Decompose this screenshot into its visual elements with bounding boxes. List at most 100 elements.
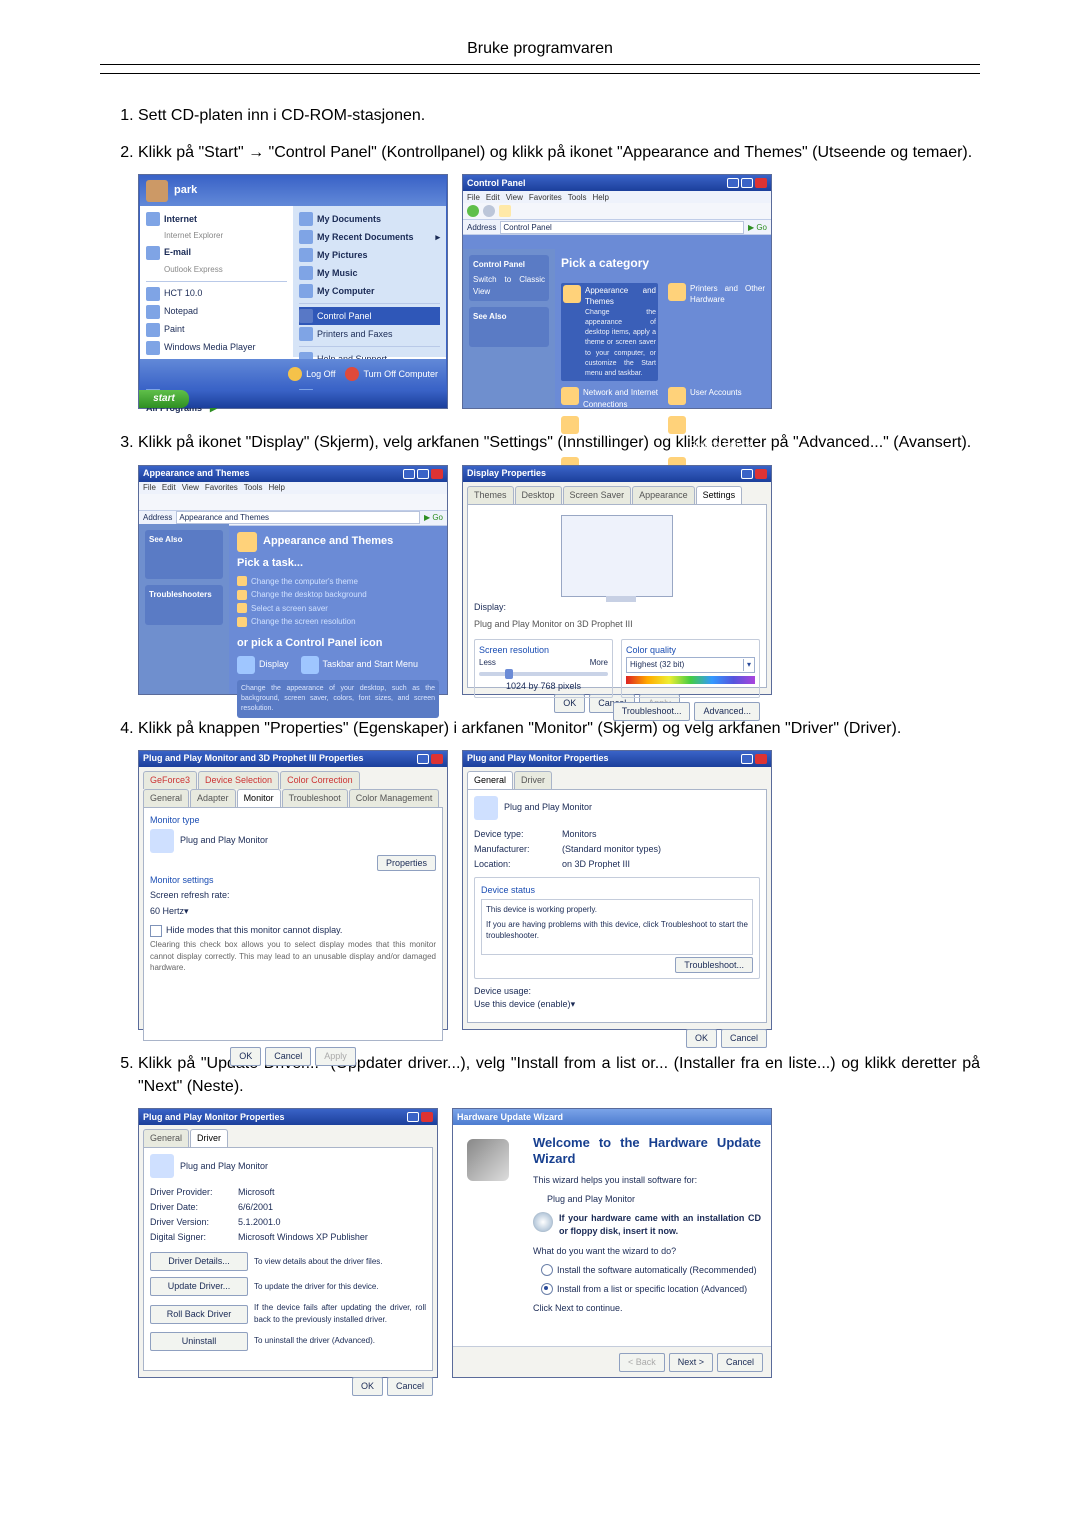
task-2[interactable]: Change the desktop background bbox=[237, 589, 439, 601]
cancel-button[interactable]: Cancel bbox=[721, 1029, 767, 1048]
turnoff-button[interactable]: Turn Off Computer bbox=[345, 367, 438, 381]
cp-datetime[interactable]: Date, Time, Language, and Regional Optio… bbox=[668, 416, 765, 451]
sm-pics[interactable]: My Pictures bbox=[299, 246, 440, 264]
tab-colormgmt[interactable]: Color Management bbox=[349, 789, 440, 807]
theme-icon bbox=[237, 532, 257, 552]
drv-title: Plug and Play Monitor Properties bbox=[143, 1111, 285, 1124]
sm-recent[interactable]: My Recent Documents▸ bbox=[299, 228, 440, 246]
min-icon[interactable] bbox=[727, 178, 739, 188]
sm-email[interactable]: E-mail bbox=[146, 244, 287, 262]
close-icon[interactable] bbox=[421, 1112, 433, 1122]
cq-dropdown[interactable]: Highest (32 bit)▾ bbox=[626, 657, 755, 673]
wiz-radio-list[interactable]: Install from a list or specific location… bbox=[533, 1283, 761, 1296]
tab-general[interactable]: General bbox=[143, 789, 189, 807]
rollback-button[interactable]: Roll Back Driver bbox=[150, 1305, 248, 1324]
tab-monitor[interactable]: Monitor bbox=[237, 789, 281, 807]
sm-controlpanel[interactable]: Control Panel bbox=[299, 307, 440, 325]
tab-troubleshoot[interactable]: Troubleshoot bbox=[282, 789, 348, 807]
tab-driver2[interactable]: Driver bbox=[514, 771, 552, 789]
help-icon[interactable] bbox=[407, 1112, 419, 1122]
tab-geforce[interactable]: GeForce3 bbox=[143, 771, 197, 789]
switch-view-link[interactable]: Switch to Classic View bbox=[473, 274, 545, 297]
help-icon[interactable] bbox=[417, 754, 429, 764]
ok-button[interactable]: OK bbox=[352, 1377, 383, 1396]
sm-internet[interactable]: Internet bbox=[146, 210, 287, 228]
cp-menubar[interactable]: FileEditViewFavoritesToolsHelp bbox=[463, 191, 771, 203]
properties-button[interactable]: Properties bbox=[377, 855, 436, 871]
back-button[interactable]: < Back bbox=[619, 1353, 665, 1372]
tab-general2[interactable]: General bbox=[467, 771, 513, 789]
cp-network[interactable]: Network and Internet Connections bbox=[561, 387, 658, 410]
task-3[interactable]: Select a screen saver bbox=[237, 603, 439, 615]
user-avatar bbox=[146, 180, 168, 202]
troubleshoot-button[interactable]: Troubleshoot... bbox=[675, 957, 753, 973]
cancel-button[interactable]: Cancel bbox=[717, 1353, 763, 1372]
update-driver-button[interactable]: Update Driver... bbox=[150, 1277, 248, 1296]
hide-modes-check[interactable]: Hide modes that this monitor cannot disp… bbox=[150, 924, 436, 937]
next-button[interactable]: Next > bbox=[669, 1353, 713, 1372]
resolution-slider[interactable] bbox=[479, 672, 608, 676]
cp-appearance[interactable]: Appearance and ThemesChange the appearan… bbox=[561, 283, 658, 381]
sm-music[interactable]: My Music bbox=[299, 264, 440, 282]
help-icon[interactable] bbox=[741, 469, 753, 479]
usage-dropdown[interactable]: Use this device (enable)▾ bbox=[474, 998, 760, 1011]
sm-wmp[interactable]: Windows Media Player bbox=[146, 339, 287, 357]
sm-paint[interactable]: Paint bbox=[146, 321, 287, 339]
tab-devsel[interactable]: Device Selection bbox=[198, 771, 279, 789]
ok-button[interactable]: OK bbox=[230, 1047, 261, 1066]
tab-settings[interactable]: Settings bbox=[696, 486, 743, 504]
close-icon[interactable] bbox=[755, 469, 767, 479]
tab-colorcorr[interactable]: Color Correction bbox=[280, 771, 360, 789]
sm-mydocs[interactable]: My Documents bbox=[299, 210, 440, 228]
cp-addremove[interactable]: Add or Remove Programs bbox=[561, 416, 658, 451]
taskbar-icon-link[interactable]: Taskbar and Start Menu bbox=[301, 656, 419, 674]
task-1[interactable]: Change the computer's theme bbox=[237, 576, 439, 588]
addr-field[interactable]: Control Panel bbox=[500, 221, 744, 235]
tab-appearance[interactable]: Appearance bbox=[632, 486, 695, 504]
task-4[interactable]: Change the screen resolution bbox=[237, 616, 439, 628]
fwd-icon[interactable] bbox=[483, 205, 495, 217]
close-icon[interactable] bbox=[755, 754, 767, 764]
sm-hct[interactable]: HCT 10.0 bbox=[146, 285, 287, 303]
chevron-down-icon: ▾ bbox=[184, 906, 189, 916]
up-icon[interactable] bbox=[499, 205, 511, 217]
cp-toolbar[interactable] bbox=[463, 203, 771, 220]
go-button[interactable]: ▶ Go bbox=[748, 222, 767, 234]
tab-adapter[interactable]: Adapter bbox=[190, 789, 236, 807]
uninstall-button[interactable]: Uninstall bbox=[150, 1332, 248, 1351]
cancel-button[interactable]: Cancel bbox=[265, 1047, 311, 1066]
addremove-icon bbox=[561, 416, 579, 434]
ok-button[interactable]: OK bbox=[686, 1029, 717, 1048]
cancel-button[interactable]: Cancel bbox=[387, 1377, 433, 1396]
troubleshoot-button[interactable]: Troubleshoot... bbox=[613, 702, 691, 721]
help-icon[interactable] bbox=[741, 754, 753, 764]
refresh-dropdown[interactable]: 60 Hertz▾ bbox=[150, 905, 436, 918]
tab-driver3[interactable]: Driver bbox=[190, 1129, 228, 1147]
sm-printers[interactable]: Printers and Faxes bbox=[299, 325, 440, 343]
tab-themes[interactable]: Themes bbox=[467, 486, 514, 504]
min-icon[interactable] bbox=[403, 469, 415, 479]
advanced-button[interactable]: Advanced... bbox=[694, 702, 760, 721]
tab-screensaver[interactable]: Screen Saver bbox=[563, 486, 632, 504]
cp-users[interactable]: User Accounts bbox=[668, 387, 765, 410]
back-icon[interactable] bbox=[467, 205, 479, 217]
start-button[interactable]: start bbox=[139, 390, 189, 408]
display-icon-link[interactable]: Display bbox=[237, 656, 289, 674]
driver-details-button[interactable]: Driver Details... bbox=[150, 1252, 248, 1271]
close-icon[interactable] bbox=[431, 754, 443, 764]
logoff-button[interactable]: Log Off bbox=[288, 367, 335, 381]
close-icon[interactable] bbox=[755, 178, 767, 188]
max-icon[interactable] bbox=[417, 469, 429, 479]
tab-desktop[interactable]: Desktop bbox=[515, 486, 562, 504]
apply-button[interactable]: Apply bbox=[315, 1047, 356, 1066]
cp-category-title: Pick a category bbox=[561, 255, 765, 272]
cp-printers[interactable]: Printers and Other Hardware bbox=[668, 283, 765, 381]
close-icon[interactable] bbox=[431, 469, 443, 479]
max-icon[interactable] bbox=[741, 178, 753, 188]
tab-general3[interactable]: General bbox=[143, 1129, 189, 1147]
sm-notepad[interactable]: Notepad bbox=[146, 303, 287, 321]
hide-note: Clearing this check box allows you to se… bbox=[150, 939, 436, 974]
step-3: Klikk på ikonet "Display" (Skjerm), velg… bbox=[138, 431, 980, 694]
sm-mycomp[interactable]: My Computer bbox=[299, 282, 440, 300]
wiz-radio-auto[interactable]: Install the software automatically (Reco… bbox=[533, 1264, 761, 1277]
